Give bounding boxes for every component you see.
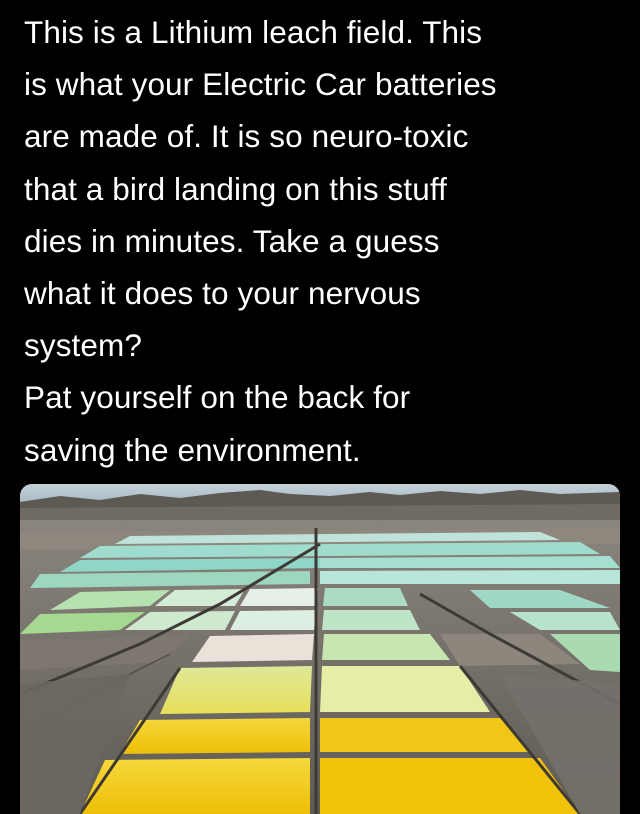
tweet-photo[interactable]	[20, 484, 620, 814]
tweet-text-line: dies in minutes. Take a guess	[24, 222, 440, 259]
tweet-text-line: that a bird landing on this stuff	[24, 170, 447, 207]
tweet-text-line: what it does to your nervous	[24, 275, 421, 312]
tweet-text-line: saving the environment.	[24, 431, 361, 468]
tweet-text: This is a Lithium leach field. This is w…	[24, 6, 624, 476]
tweet-card: This is a Lithium leach field. This is w…	[0, 0, 640, 814]
tweet-text-line: is what your Electric Car batteries	[24, 66, 497, 103]
tweet-text-line: system?	[24, 327, 142, 364]
yellow-ponds	[80, 718, 580, 814]
tweet-text-line: are made of. It is so neuro-toxic	[24, 118, 469, 155]
tweet-text-line: Pat yourself on the back for	[24, 379, 411, 416]
lime-ponds	[160, 666, 490, 714]
tweet-text-line: This is a Lithium leach field. This	[24, 14, 483, 50]
evaporation-ponds-photo	[20, 484, 620, 814]
